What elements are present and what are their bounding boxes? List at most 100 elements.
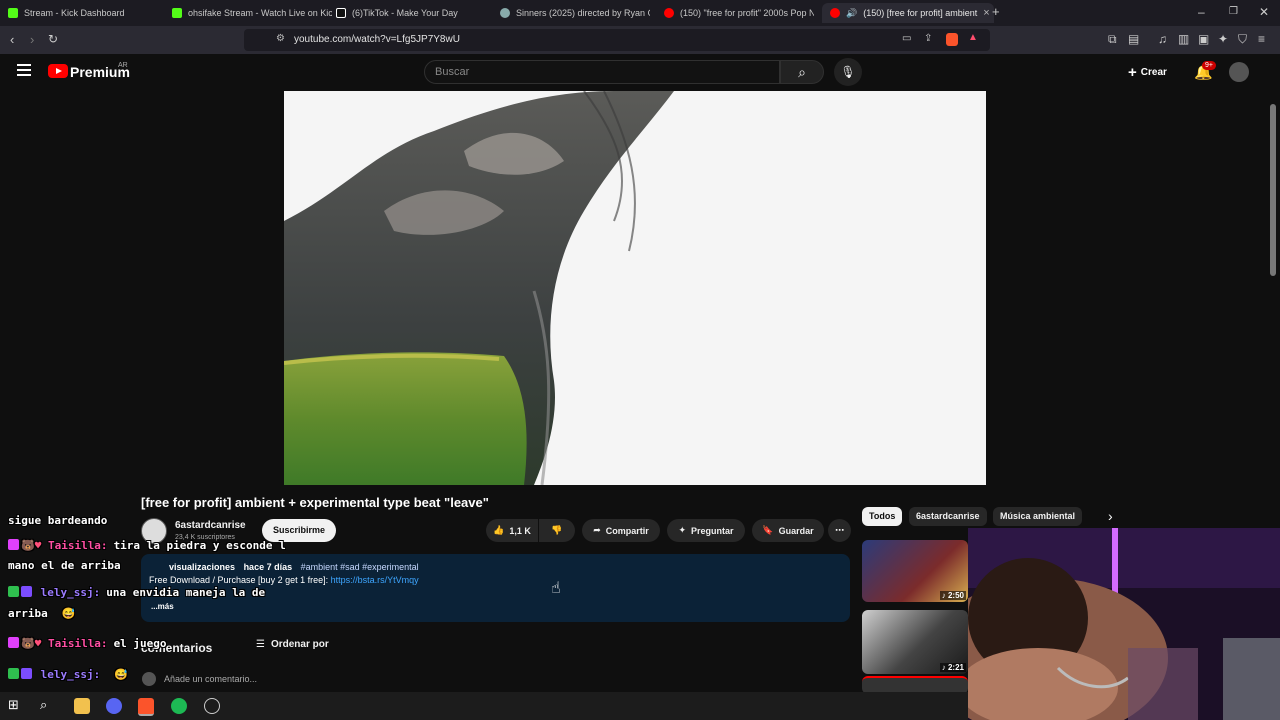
url-field[interactable]: ⚙ youtube.com/watch?v=Lfg5JP7Y8wU ▭ ⇪ ▲ (244, 29, 990, 51)
verified-badge-icon (8, 586, 19, 597)
sidebar-icon[interactable]: ▥ (1178, 32, 1189, 46)
more-actions-button[interactable]: ⋯ (828, 519, 851, 542)
forward-icon[interactable]: › (30, 32, 34, 47)
kick-icon (172, 8, 182, 18)
discord-icon[interactable] (106, 698, 122, 714)
account-avatar[interactable] (1229, 62, 1249, 82)
emoji-icon: 😅 (114, 668, 128, 681)
add-comment-input[interactable]: Añade un comentario... (164, 674, 257, 684)
sparkle-icon: ✦ (678, 525, 687, 535)
sort-comments-button[interactable]: ☰ Ordenar por (256, 639, 329, 650)
hashtags[interactable]: #ambient #sad #experimental (301, 562, 419, 572)
thumbs-up-icon: 👍 (493, 525, 505, 535)
view-count: visualizaciones (169, 562, 236, 572)
browser-tab[interactable]: Stream - Kick Dashboard (8, 3, 168, 23)
music-icon[interactable]: ♫ (1158, 32, 1167, 46)
windows-start-icon[interactable]: ⊞ (8, 697, 24, 713)
menu-icon[interactable]: ≡ (1258, 32, 1265, 46)
voice-search-button[interactable]: 🎙 (834, 58, 862, 86)
brave-shields-icon[interactable] (946, 33, 958, 46)
heart-icon: ♥ (34, 539, 42, 552)
brave-rewards-icon[interactable]: ▲ (968, 32, 978, 43)
browser-tab[interactable]: Sinners (2025) directed by Ryan Coog (500, 3, 650, 23)
recommended-video-thumbnail[interactable]: ♪ 2:50 (862, 540, 968, 602)
browser-tab[interactable]: ohsifake Stream - Watch Live on Kick (172, 3, 332, 23)
browser-tab-active[interactable]: 🔊 (150) [free for profit] ambient × (822, 3, 994, 23)
close-window-icon[interactable]: ✕ (1259, 5, 1269, 19)
chips-next-icon[interactable]: › (1108, 508, 1113, 524)
region-code: AR (118, 62, 128, 69)
site-info-icon[interactable]: ⚙ (276, 33, 285, 44)
chip-ambient-music[interactable]: Música ambiental (993, 507, 1083, 526)
youtube-logo-icon[interactable] (48, 64, 68, 78)
search-icon: ⌕ (798, 64, 806, 80)
youtube-icon (830, 8, 840, 18)
upload-date: hace 7 días (243, 562, 293, 572)
subscriber-badge-icon (21, 586, 32, 597)
video-frame-image (284, 91, 986, 485)
chip-channel[interactable]: 6astardcanrise (909, 507, 987, 526)
obs-icon[interactable] (204, 698, 220, 714)
recommended-video-thumbnail[interactable]: ♪ 2:21 (862, 610, 968, 674)
wallet-icon[interactable]: ▤ (1128, 32, 1139, 46)
file-explorer-icon[interactable] (74, 698, 90, 714)
wallet-icon[interactable]: ▣ (1198, 32, 1209, 46)
kick-icon (8, 8, 18, 18)
chat-message: 🐻♥ Taisilla: el juego (8, 637, 167, 650)
new-tab-button[interactable]: + (992, 4, 1000, 19)
search-button[interactable]: ⌕ (780, 60, 824, 84)
hamburger-menu-icon[interactable] (17, 64, 31, 79)
bookmark-icon: 🔖 (762, 525, 774, 535)
bear-emote-icon: 🐻 (21, 539, 35, 552)
tiktok-icon (336, 8, 346, 18)
vpn-icon[interactable]: ⛉ (1238, 32, 1247, 47)
cast-icon[interactable]: ▭ (902, 33, 911, 44)
chat-message: 🐻♥ Taisilla: tira la piedra y esconde l (8, 539, 286, 552)
globe-icon (500, 8, 510, 18)
subscriber-badge-icon (8, 539, 19, 550)
search-icon[interactable]: ⌕ (40, 697, 56, 713)
leo-ai-icon[interactable]: ✦ (1218, 32, 1228, 46)
create-button[interactable]: + Crear (1128, 64, 1167, 81)
brave-browser-icon[interactable] (138, 698, 154, 716)
youtube-header: Premium AR Buscar ⌕ 🎙 + Crear 🔔 9+ (0, 54, 1280, 91)
chat-message: lely_ssj: 😅 (8, 668, 128, 681)
like-button[interactable]: 👍 1,1 K (486, 519, 538, 542)
share-page-icon[interactable]: ⇪ (924, 33, 932, 44)
ask-button[interactable]: ✦ Preguntar (667, 519, 745, 542)
thumbs-down-icon: 👎 (551, 525, 563, 535)
webcam-overlay (968, 528, 1280, 720)
description-text: Free Download / Purchase [buy 2 get 1 fr… (149, 575, 419, 585)
browser-tab[interactable]: (150) "free for profit" 2000s Pop Nat (664, 3, 814, 23)
sort-icon: ☰ (256, 639, 265, 650)
minimize-icon[interactable]: – (1198, 5, 1205, 19)
chip-all[interactable]: Todos (862, 507, 903, 526)
url-text[interactable]: youtube.com/watch?v=Lfg5JP7Y8wU (294, 34, 460, 45)
show-more-link[interactable]: ...más (151, 602, 174, 611)
mouse-cursor-icon: ☝ (551, 580, 561, 597)
chat-message: mano el de arriba (8, 559, 121, 572)
page-scrollbar[interactable] (1270, 104, 1276, 276)
restore-icon[interactable]: ❐ (1229, 6, 1238, 17)
webcam-feed-image (968, 528, 1280, 720)
video-player[interactable] (284, 91, 986, 485)
purchase-link[interactable]: https://bsta.rs/YtVmqy (331, 575, 419, 585)
extensions-icon[interactable]: ⧉ (1108, 32, 1117, 47)
speaker-icon: 🔊 (846, 7, 858, 18)
spotify-icon[interactable] (171, 698, 187, 714)
share-button[interactable]: ➦ Compartir (582, 519, 660, 542)
reload-icon[interactable]: ↻ (48, 32, 58, 46)
subscriber-badge-icon (21, 668, 32, 679)
channel-name[interactable]: 6astardcanrise (175, 520, 246, 531)
plus-icon: + (1128, 64, 1137, 81)
dislike-button[interactable]: 👎 (539, 519, 575, 542)
video-duration: ♪ 2:50 (939, 591, 966, 600)
notification-count-badge: 9+ (1202, 61, 1216, 70)
save-button[interactable]: 🔖 Guardar (752, 519, 824, 542)
back-icon[interactable]: ‹ (10, 32, 14, 47)
bear-emote-icon: 🐻 (21, 637, 35, 650)
search-input[interactable]: Buscar (424, 60, 780, 84)
heart-icon: ♥ (34, 637, 42, 650)
more-dots-icon: ⋯ (835, 525, 844, 535)
browser-tab[interactable]: (6)TikTok - Make Your Day (336, 3, 496, 23)
